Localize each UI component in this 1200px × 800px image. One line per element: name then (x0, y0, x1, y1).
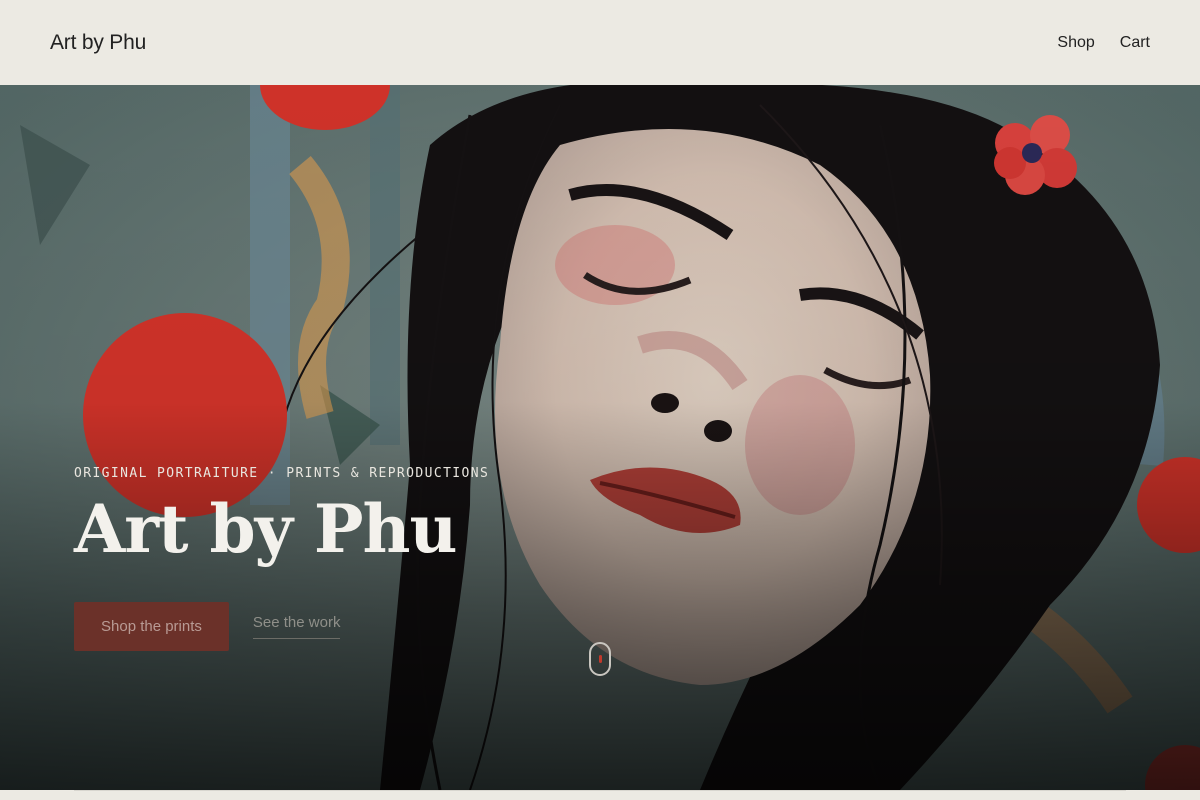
scroll-dot (599, 655, 602, 663)
shop-the-prints-button[interactable]: Shop the prints (74, 602, 229, 652)
hero-title: Art by Phu (74, 490, 458, 568)
section-divider (74, 790, 1126, 791)
hero-gradient-overlay (0, 85, 1200, 790)
nav-cart-link[interactable]: Cart (1120, 34, 1150, 52)
site-header: Art by Phu Shop Cart (0, 0, 1200, 85)
hero-actions: Shop the prints See the work (74, 602, 774, 652)
brand-logo-link[interactable]: Art by Phu (50, 31, 146, 55)
hero-content: ORIGINAL PORTRAITURE · PRINTS & REPRODUC… (74, 466, 774, 652)
main-nav: Shop Cart (1057, 34, 1150, 52)
mouse-scroll-icon[interactable] (589, 642, 611, 676)
hero-section (0, 85, 1200, 790)
nav-shop-link[interactable]: Shop (1057, 34, 1094, 52)
see-the-work-link[interactable]: See the work (252, 614, 341, 640)
hero-eyebrow: ORIGINAL PORTRAITURE · PRINTS & REPRODUC… (74, 466, 490, 481)
